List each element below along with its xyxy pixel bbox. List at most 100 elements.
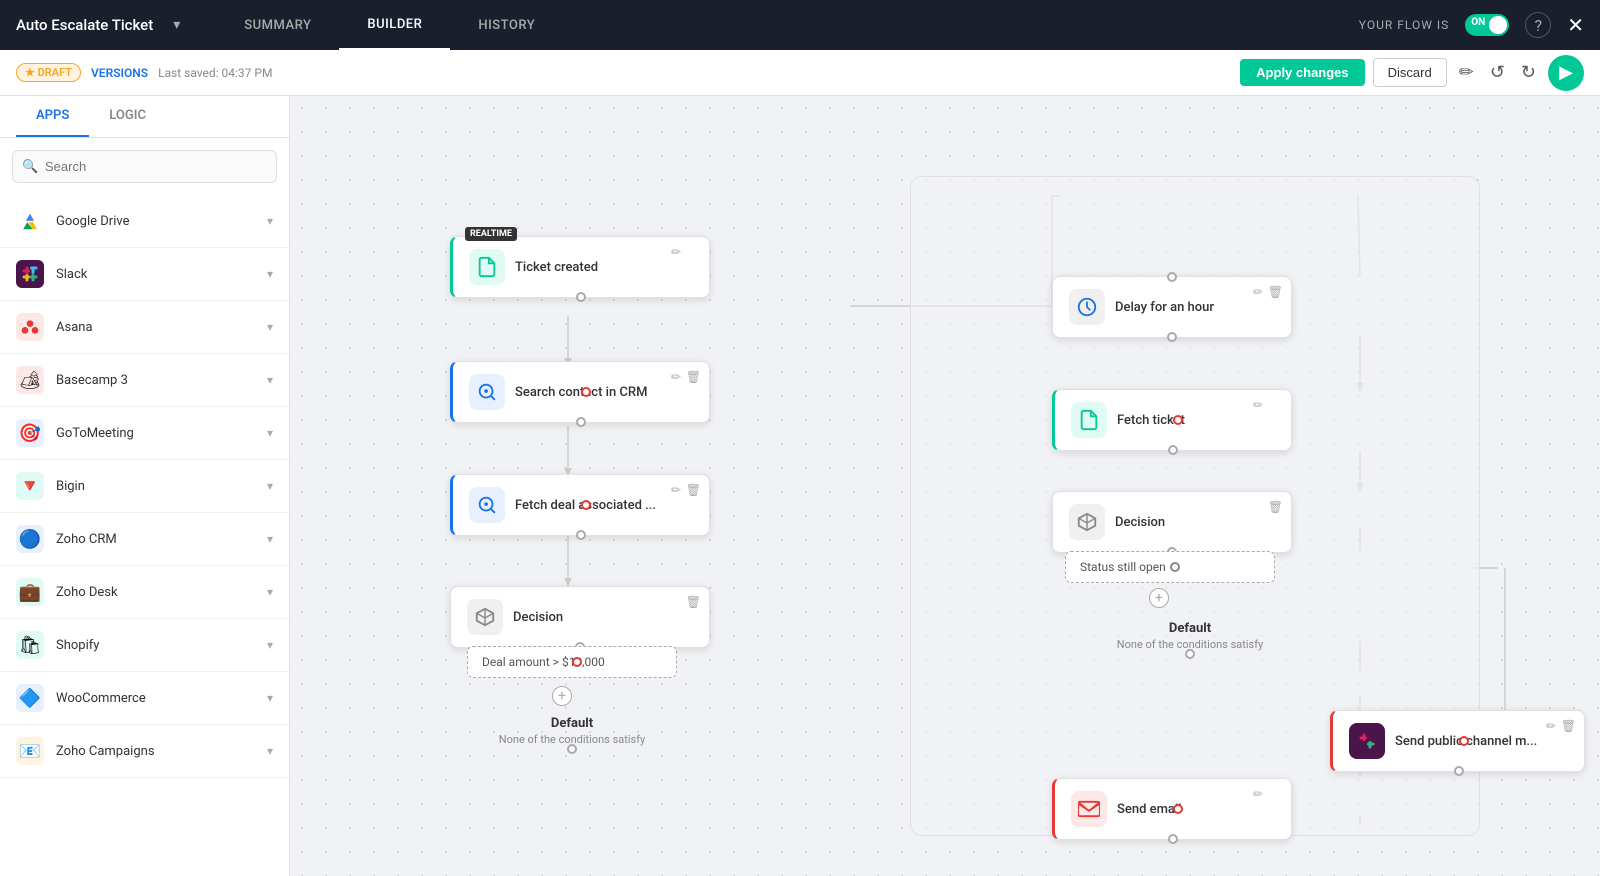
node-decision1[interactable]: Decision 🗑 bbox=[450, 586, 710, 648]
condition-deal-amount[interactable]: Deal amount > $10,000 bbox=[467, 646, 677, 678]
deal-condition-right-connector[interactable] bbox=[572, 657, 582, 667]
asana-icon bbox=[16, 313, 44, 341]
send-email-right-connector[interactable] bbox=[1173, 804, 1183, 814]
woocommerce-label: WooCommerce bbox=[56, 691, 267, 706]
gotomeeting-chevron: ▾ bbox=[267, 426, 273, 440]
slack-label: Slack bbox=[56, 267, 267, 282]
last-saved: Last saved: 04:37 PM bbox=[158, 66, 272, 80]
asana-chevron: ▾ bbox=[267, 320, 273, 334]
tab-builder[interactable]: BUILDER bbox=[339, 0, 450, 50]
sidebar-item-zohocrm[interactable]: 🔵 Zoho CRM ▾ bbox=[0, 513, 289, 566]
fetch-deal-bottom-connector[interactable] bbox=[576, 530, 586, 540]
default2-bold: Default bbox=[1100, 621, 1280, 636]
send-public-edit[interactable]: ✏ bbox=[1546, 719, 1556, 733]
node-ticket-created[interactable]: REALTIME Ticket created ✏ bbox=[450, 236, 710, 298]
shopify-label: Shopify bbox=[56, 638, 267, 653]
delay-bottom-connector[interactable] bbox=[1167, 332, 1177, 342]
search-contact-icon bbox=[469, 374, 505, 410]
send-public-bottom-connector[interactable] bbox=[1454, 766, 1464, 776]
run-button[interactable]: ▶ bbox=[1548, 55, 1584, 91]
search-contact-edit[interactable]: ✏ bbox=[671, 370, 681, 384]
fetch-ticket-right-connector[interactable] bbox=[1173, 415, 1183, 425]
default1-bold: Default bbox=[492, 716, 652, 731]
node-send-email[interactable]: Send email ✏ bbox=[1052, 778, 1292, 840]
search-contact-delete[interactable]: 🗑 bbox=[686, 370, 701, 384]
sidebar-tab-logic[interactable]: LOGIC bbox=[89, 96, 166, 137]
undo-button[interactable]: ↺ bbox=[1486, 58, 1509, 87]
sidebar-item-slack[interactable]: Slack ▾ bbox=[0, 248, 289, 301]
header-right: YOUR FLOW IS ON ? ✕ bbox=[1359, 12, 1584, 38]
sidebar-item-woocommerce[interactable]: 🔷 WooCommerce ▾ bbox=[0, 672, 289, 725]
decision1-delete[interactable]: 🗑 bbox=[686, 595, 701, 609]
add-condition-2-button[interactable]: + bbox=[1149, 588, 1169, 608]
decision2-label: Decision bbox=[1115, 515, 1165, 530]
delay-icon bbox=[1069, 289, 1105, 325]
ticket-created-bottom-connector[interactable] bbox=[576, 292, 586, 302]
sidebar-item-gotomeeting[interactable]: 🎯 GoToMeeting ▾ bbox=[0, 407, 289, 460]
search-contact-right-connector[interactable] bbox=[581, 387, 591, 397]
node-fetch-deal[interactable]: Fetch deal associated ... ✏ 🗑 bbox=[450, 474, 710, 536]
send-public-right-connector[interactable] bbox=[1459, 736, 1469, 746]
zohocampaigns-chevron: ▾ bbox=[267, 744, 273, 758]
send-email-bottom-connector[interactable] bbox=[1168, 834, 1178, 844]
gotomeeting-label: GoToMeeting bbox=[56, 426, 267, 441]
edit-icon-button[interactable]: ✏ bbox=[1455, 58, 1478, 87]
send-email-icon bbox=[1071, 791, 1107, 827]
sidebar-item-zohodesk[interactable]: 💼 Zoho Desk ▾ bbox=[0, 566, 289, 619]
fetch-deal-right-connector[interactable] bbox=[581, 500, 591, 510]
default1-bottom-connector[interactable] bbox=[567, 744, 577, 754]
ticket-created-edit[interactable]: ✏ bbox=[671, 245, 681, 259]
zohocrm-label: Zoho CRM bbox=[56, 532, 267, 547]
node-search-contact[interactable]: Search contact in CRM ✏ 🗑 bbox=[450, 361, 710, 423]
node-send-public[interactable]: Send public channel m... ✏ 🗑 bbox=[1330, 710, 1585, 772]
delay-edit[interactable]: ✏ bbox=[1253, 285, 1263, 299]
status-condition-right-connector[interactable] bbox=[1170, 562, 1180, 572]
default2-bottom-connector[interactable] bbox=[1185, 649, 1195, 659]
sidebar-tab-apps[interactable]: APPS bbox=[16, 96, 89, 137]
zohocampaigns-icon: 📧 bbox=[16, 737, 44, 765]
node-fetch-ticket[interactable]: Fetch ticket ✏ bbox=[1052, 389, 1292, 451]
status-condition-label: Status still open bbox=[1080, 560, 1166, 574]
node-decision2[interactable]: Decision 🗑 bbox=[1052, 491, 1292, 553]
condition-status-open[interactable]: Status still open bbox=[1065, 551, 1275, 583]
delay-delete[interactable]: 🗑 bbox=[1268, 285, 1283, 299]
versions-link[interactable]: VERSIONS bbox=[91, 66, 148, 80]
sidebar: APPS LOGIC 🔍 Google Drive ▾ Slack ▾ bbox=[0, 96, 290, 876]
close-button[interactable]: ✕ bbox=[1567, 13, 1584, 37]
tab-summary[interactable]: SUMMARY bbox=[216, 0, 339, 50]
tab-history[interactable]: HISTORY bbox=[450, 0, 563, 50]
zohocrm-chevron: ▾ bbox=[267, 532, 273, 546]
toolbar: ★ DRAFT VERSIONS Last saved: 04:37 PM Ap… bbox=[0, 50, 1600, 96]
node-delay[interactable]: Delay for an hour ✏ 🗑 bbox=[1052, 276, 1292, 338]
sidebar-item-basecamp[interactable]: 🏕 Basecamp 3 ▾ bbox=[0, 354, 289, 407]
slack-chevron: ▾ bbox=[267, 267, 273, 281]
sidebar-item-shopify[interactable]: 🛍 Shopify ▾ bbox=[0, 619, 289, 672]
title-chevron[interactable]: ▾ bbox=[173, 17, 180, 33]
fetch-ticket-bottom-connector[interactable] bbox=[1168, 445, 1178, 455]
sidebar-item-bigin[interactable]: 🔻 Bigin ▾ bbox=[0, 460, 289, 513]
sidebar-item-zohocampaigns[interactable]: 📧 Zoho Campaigns ▾ bbox=[0, 725, 289, 778]
zohodesk-label: Zoho Desk bbox=[56, 585, 267, 600]
sidebar-item-asana[interactable]: Asana ▾ bbox=[0, 301, 289, 354]
decision2-delete[interactable]: 🗑 bbox=[1268, 500, 1283, 514]
add-condition-1-button[interactable]: + bbox=[552, 686, 572, 706]
send-email-edit[interactable]: ✏ bbox=[1253, 787, 1263, 801]
zohodesk-icon: 💼 bbox=[16, 578, 44, 606]
search-input[interactable] bbox=[12, 150, 277, 183]
redo-button[interactable]: ↻ bbox=[1517, 58, 1540, 87]
fetch-ticket-edit[interactable]: ✏ bbox=[1253, 398, 1263, 412]
ticket-created-icon bbox=[469, 249, 505, 285]
discard-button[interactable]: Discard bbox=[1373, 58, 1447, 87]
sidebar-item-googledrive[interactable]: Google Drive ▾ bbox=[0, 195, 289, 248]
apply-changes-button[interactable]: Apply changes bbox=[1240, 59, 1364, 86]
sidebar-tabs: APPS LOGIC bbox=[0, 96, 289, 138]
search-contact-bottom-connector[interactable] bbox=[576, 417, 586, 427]
delay-top-connector[interactable] bbox=[1167, 272, 1177, 282]
fetch-deal-delete[interactable]: 🗑 bbox=[686, 483, 701, 497]
send-public-delete[interactable]: 🗑 bbox=[1561, 719, 1576, 733]
fetch-deal-edit[interactable]: ✏ bbox=[671, 483, 681, 497]
basecamp-chevron: ▾ bbox=[267, 373, 273, 387]
help-button[interactable]: ? bbox=[1525, 12, 1551, 38]
canvas[interactable]: REALTIME Ticket created ✏ Search contact… bbox=[290, 96, 1600, 876]
flow-toggle[interactable]: ON bbox=[1465, 14, 1509, 36]
